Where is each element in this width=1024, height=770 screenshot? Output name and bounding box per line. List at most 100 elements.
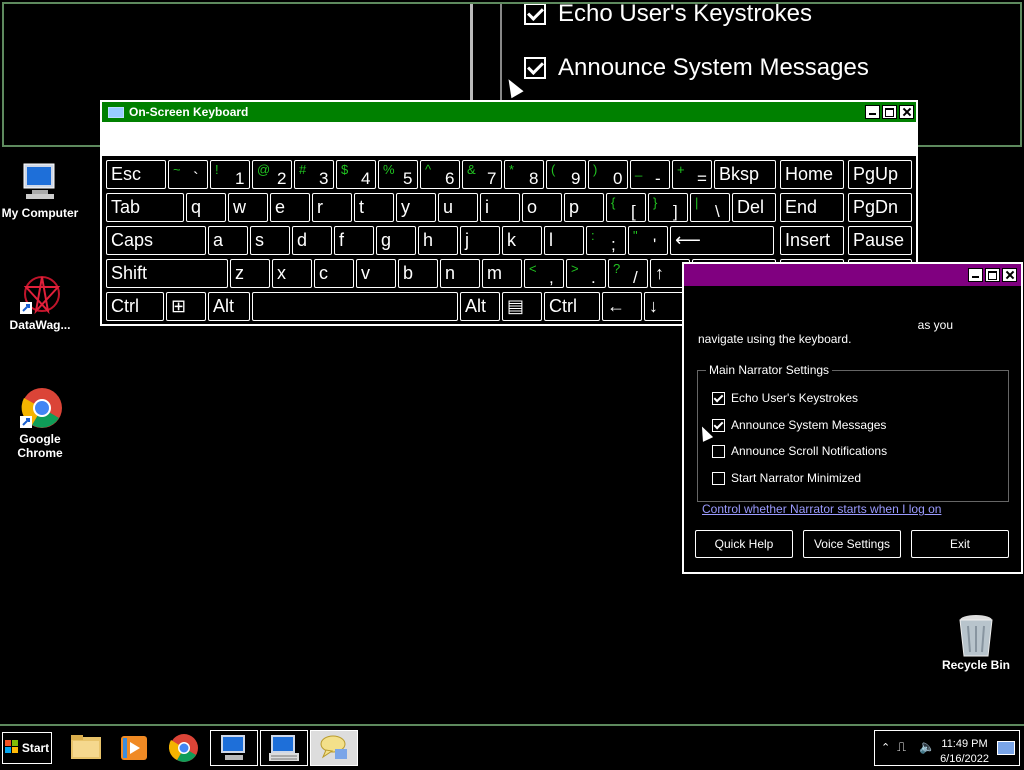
key-p[interactable]: p [564, 193, 604, 222]
key-pgup[interactable]: PgUp [848, 160, 912, 189]
key-alt[interactable]: Alt [208, 292, 250, 321]
key-5[interactable]: % 5 [378, 160, 418, 189]
key-caps[interactable]: Caps [106, 226, 206, 255]
key-symbol[interactable]: ? / [608, 259, 648, 288]
echo-keystrokes-checkbox[interactable]: Echo User's Keystrokes [712, 391, 858, 405]
key-tab[interactable]: Tab [106, 193, 184, 222]
key-g[interactable]: g [376, 226, 416, 255]
desktop-icon-datawag[interactable]: DataWag... [0, 272, 80, 332]
key-symbol[interactable]: ← [602, 292, 642, 321]
quick-help-button[interactable]: Quick Help [695, 530, 793, 558]
key-symbol[interactable]: ▤ [502, 292, 542, 321]
key-e[interactable]: e [270, 193, 310, 222]
key-symbol[interactable]: {[ [606, 193, 646, 222]
key-y[interactable]: y [396, 193, 436, 222]
key-pgdn[interactable]: PgDn [848, 193, 912, 222]
key-2[interactable]: @2 [252, 160, 292, 189]
key-symbol[interactable]: " ' [628, 226, 668, 255]
key-c[interactable]: c [314, 259, 354, 288]
key-symbol[interactable]: >. [566, 259, 606, 288]
key-l[interactable]: l [544, 226, 584, 255]
start-button[interactable]: Start [2, 732, 52, 764]
key-symbol[interactable]: _ - [630, 160, 670, 189]
clock[interactable]: 11:49 PM 6/16/2022 [940, 737, 989, 767]
checkbox-checked-icon[interactable] [712, 418, 725, 432]
key-u[interactable]: u [438, 193, 478, 222]
key-ctrl[interactable]: Ctrl [544, 292, 600, 321]
voice-settings-button[interactable]: Voice Settings [803, 530, 901, 558]
key-t[interactable]: t [354, 193, 394, 222]
maximize-icon[interactable] [882, 105, 897, 119]
close-icon[interactable] [899, 105, 914, 119]
key-alt[interactable]: Alt [460, 292, 500, 321]
announce-system-messages-checkbox[interactable]: Announce System Messages [712, 418, 886, 432]
key-i[interactable]: i [480, 193, 520, 222]
key-space[interactable] [252, 292, 458, 321]
key-4[interactable]: $4 [336, 160, 376, 189]
key-k[interactable]: k [502, 226, 542, 255]
key-symbol[interactable]: + = [672, 160, 712, 189]
computer-taskbar-button[interactable] [210, 730, 258, 766]
key-pause[interactable]: Pause [848, 226, 912, 255]
key-v[interactable]: v [356, 259, 396, 288]
narrator-title-bar[interactable] [684, 264, 1021, 286]
key-symbol[interactable]: | \ [690, 193, 730, 222]
key-symbol[interactable]: ⊞ [166, 292, 206, 321]
key-3[interactable]: #3 [294, 160, 334, 189]
key-shift[interactable]: Shift [106, 259, 228, 288]
key-d[interactable]: d [292, 226, 332, 255]
desktop-icon-google-chrome[interactable]: Google Chrome [0, 386, 80, 460]
media-player-taskbar-button[interactable] [110, 730, 158, 766]
key-6[interactable]: ^ 6 [420, 160, 460, 189]
key-h[interactable]: h [418, 226, 458, 255]
chevron-up-icon[interactable]: ⌃ [881, 741, 890, 754]
key-esc[interactable]: Esc [106, 160, 166, 189]
desktop-icon-my-computer[interactable]: My Computer [0, 160, 80, 220]
key-symbol[interactable]: }] [648, 193, 688, 222]
key-insert[interactable]: Insert [780, 226, 844, 255]
key-x[interactable]: x [272, 259, 312, 288]
start-narrator-minimized-checkbox[interactable]: Start Narrator Minimized [712, 471, 861, 485]
key-f[interactable]: f [334, 226, 374, 255]
key-home[interactable]: Home [780, 160, 844, 189]
key-0[interactable]: ) 0 [588, 160, 628, 189]
key-9[interactable]: (9 [546, 160, 586, 189]
show-desktop-icon[interactable] [997, 741, 1015, 755]
key-n[interactable]: n [440, 259, 480, 288]
network-icon[interactable]: ⎍ [897, 739, 906, 755]
key-1[interactable]: ! 1 [210, 160, 250, 189]
osk-title-bar[interactable]: On-Screen Keyboard [102, 102, 916, 122]
key-symbol[interactable]: <, [524, 259, 564, 288]
key-symbol[interactable]: ⟵ [670, 226, 774, 255]
key-o[interactable]: o [522, 193, 562, 222]
key-end[interactable]: End [780, 193, 844, 222]
key-symbol[interactable]: :; [586, 226, 626, 255]
explorer-taskbar-button[interactable] [62, 730, 110, 766]
key-m[interactable]: m [482, 259, 522, 288]
key-s[interactable]: s [250, 226, 290, 255]
key-b[interactable]: b [398, 259, 438, 288]
key-ctrl[interactable]: Ctrl [106, 292, 164, 321]
key-r[interactable]: r [312, 193, 352, 222]
key-j[interactable]: j [460, 226, 500, 255]
key-a[interactable]: a [208, 226, 248, 255]
narrator-taskbar-button[interactable] [310, 730, 358, 766]
checkbox-checked-icon[interactable] [712, 391, 725, 405]
chrome-taskbar-button[interactable] [160, 730, 208, 766]
key-z[interactable]: z [230, 259, 270, 288]
narrator-logon-link[interactable]: Control whether Narrator starts when I l… [702, 502, 941, 516]
maximize-icon[interactable] [985, 268, 1000, 282]
checkbox-unchecked-icon[interactable] [712, 471, 725, 485]
minimize-icon[interactable] [968, 268, 983, 282]
key-bksp[interactable]: Bksp [714, 160, 776, 189]
key-8[interactable]: * 8 [504, 160, 544, 189]
key-7[interactable]: & 7 [462, 160, 502, 189]
key-symbol[interactable]: ~ ` [168, 160, 208, 189]
close-icon[interactable] [1002, 268, 1017, 282]
desktop-icon-recycle-bin[interactable]: Recycle Bin [936, 612, 1016, 672]
checkbox-unchecked-icon[interactable] [712, 444, 725, 458]
volume-icon[interactable]: 🔈 [919, 739, 935, 755]
key-w[interactable]: w [228, 193, 268, 222]
key-q[interactable]: q [186, 193, 226, 222]
minimize-icon[interactable] [865, 105, 880, 119]
